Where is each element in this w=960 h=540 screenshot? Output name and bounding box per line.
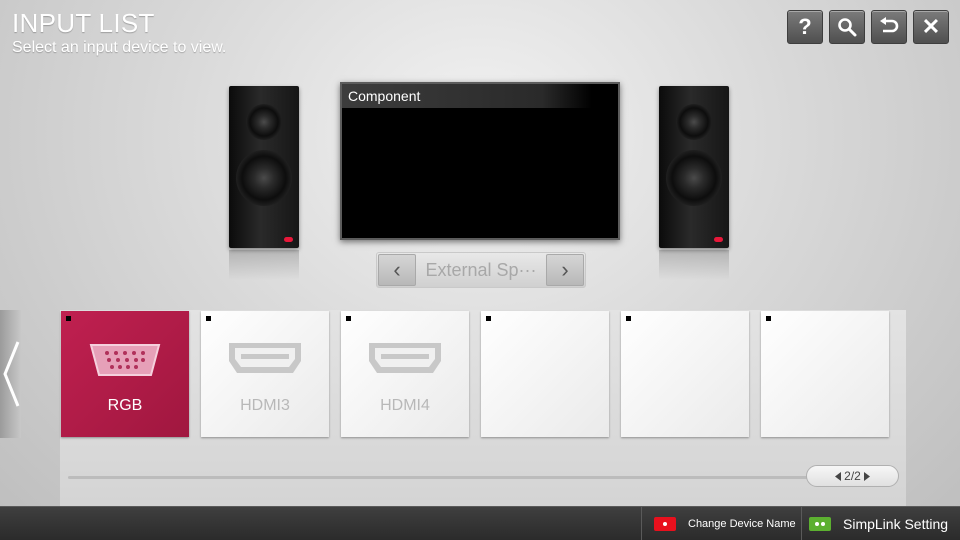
page-indicator[interactable]: 2/2: [806, 465, 899, 487]
page-header: INPUT LIST Select an input device to vie…: [12, 8, 226, 58]
chevron-right-icon: ›: [561, 257, 569, 282]
tile-indicator: [486, 316, 491, 321]
caret-right-icon: [863, 471, 870, 481]
speaker-output-value: External Sp···: [425, 259, 537, 280]
input-tile-empty[interactable]: [761, 311, 889, 437]
red-key-icon: [654, 516, 676, 531]
simplink-setting-label: SimpLink Setting: [843, 515, 949, 532]
search-icon: [838, 18, 857, 37]
hdmi-port-icon: [369, 343, 441, 373]
speaker-led: [284, 237, 293, 242]
bottom-action-bar: Change Device Name SimpLink Setting: [0, 506, 960, 540]
tile-indicator: [346, 316, 351, 321]
change-device-name-label: Change Device Name: [688, 517, 796, 530]
tray-scrollbar[interactable]: [68, 476, 828, 479]
back-icon: [880, 17, 899, 33]
hdmi-port-icon: [229, 343, 301, 373]
input-tile-label: RGB: [107, 397, 143, 414]
top-toolbar: ? ✕: [787, 10, 949, 44]
input-tile-label: HDMI3: [240, 397, 290, 414]
speaker-next-button[interactable]: ›: [546, 254, 584, 286]
input-tile-empty[interactable]: [621, 311, 749, 437]
tile-indicator: [626, 316, 631, 321]
tweeter: [676, 104, 712, 140]
chevron-left-icon: ‹: [393, 257, 401, 282]
input-preview-screen: Component: [340, 82, 620, 240]
simplink-setting-button[interactable]: SimpLink Setting: [801, 507, 960, 540]
input-tile-hdmi3[interactable]: HDMI3: [201, 311, 329, 437]
input-tile-label: HDMI4: [380, 397, 430, 414]
back-button[interactable]: [871, 10, 907, 44]
search-button[interactable]: [829, 10, 865, 44]
page-indicator-text: 2/2: [844, 469, 861, 483]
help-icon: ?: [798, 14, 812, 39]
left-speaker-image: [229, 86, 299, 280]
right-speaker-image: [659, 86, 729, 280]
close-button[interactable]: ✕: [913, 10, 949, 44]
woofer: [236, 150, 292, 206]
tray-prev-button[interactable]: [0, 310, 21, 438]
tile-indicator: [66, 316, 71, 321]
caret-left-icon: [835, 471, 842, 481]
speaker-led: [714, 237, 723, 242]
page-title: INPUT LIST: [12, 8, 155, 38]
speaker-output-selector: ‹ External Sp··· ›: [376, 252, 586, 288]
page-subtitle: Select an input device to view.: [12, 39, 227, 56]
speaker-prev-button[interactable]: ‹: [378, 254, 416, 286]
change-device-name-button[interactable]: Change Device Name: [641, 507, 801, 540]
help-button[interactable]: ?: [787, 10, 823, 44]
tile-indicator: [206, 316, 211, 321]
current-input-label: Component: [342, 84, 592, 108]
input-tile-rgb[interactable]: RGB: [61, 311, 189, 437]
tile-indicator: [766, 316, 771, 321]
chevron-left-icon: [2, 341, 19, 407]
tweeter: [246, 104, 282, 140]
green-key-icon: [809, 516, 831, 531]
rgb-port-icon: [89, 344, 161, 376]
close-icon: ✕: [921, 14, 941, 39]
input-tile-hdmi4[interactable]: HDMI4: [341, 311, 469, 437]
woofer: [666, 150, 722, 206]
input-tile-empty[interactable]: [481, 311, 609, 437]
